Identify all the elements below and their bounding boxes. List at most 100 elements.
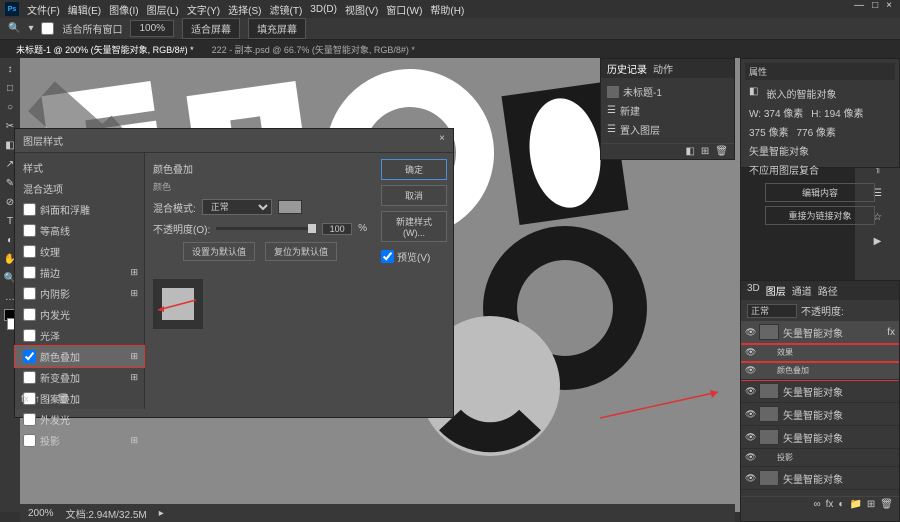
fx-item[interactable]: 外发光 bbox=[15, 409, 144, 430]
menu-edit[interactable]: 编辑(E) bbox=[68, 2, 101, 17]
fx-item[interactable]: 光泽 bbox=[15, 325, 144, 346]
plus-icon[interactable]: ⊞ bbox=[130, 351, 138, 362]
fit-check[interactable] bbox=[41, 22, 54, 35]
fx-blend[interactable]: 混合选项 bbox=[15, 178, 144, 199]
eye-icon[interactable]: 👁 bbox=[745, 409, 755, 420]
menu-window[interactable]: 窗口(W) bbox=[386, 2, 422, 17]
trash-icon[interactable]: 🗑 bbox=[715, 146, 728, 157]
menu-type[interactable]: 文字(Y) bbox=[187, 2, 220, 17]
preview-check[interactable] bbox=[381, 250, 394, 263]
new-layer-icon[interactable]: ⊞ bbox=[867, 499, 875, 510]
folder-icon[interactable]: 📁 bbox=[849, 499, 861, 510]
relink-button[interactable]: 重接为链接对象 bbox=[765, 206, 875, 225]
layer-row[interactable]: 👁矢量智能对象 bbox=[741, 426, 899, 449]
trash-icon[interactable]: 🗑 bbox=[880, 499, 893, 510]
layer-fx[interactable]: 👁颜色叠加 bbox=[741, 362, 899, 380]
zoom-value[interactable]: 100% bbox=[130, 20, 174, 37]
scrub-button[interactable]: 适合屏幕 bbox=[182, 18, 240, 39]
history-item[interactable]: ☰置入图层 bbox=[605, 120, 730, 139]
history-doc[interactable]: 未标题-1 bbox=[605, 82, 730, 101]
menu-filter[interactable]: 滤镜(T) bbox=[270, 2, 303, 17]
fx-item-color-overlay[interactable]: 颜色叠加⊞ bbox=[15, 346, 144, 367]
blend-mode-select[interactable] bbox=[747, 304, 797, 318]
fx-item[interactable]: 内发光 bbox=[15, 304, 144, 325]
down-icon[interactable]: ↓ bbox=[46, 394, 51, 405]
eye-icon[interactable]: 👁 bbox=[745, 327, 755, 338]
eye-icon[interactable]: 👁 bbox=[745, 473, 755, 484]
trash-icon[interactable]: 🗑 bbox=[57, 394, 70, 405]
layer-row[interactable]: 👁矢量智能对象 bbox=[741, 380, 899, 403]
layer-row[interactable]: 👁矢量智能对象 bbox=[741, 467, 899, 490]
menu-view[interactable]: 视图(V) bbox=[345, 2, 378, 17]
marquee-tool[interactable]: □ bbox=[3, 81, 17, 95]
fx-item[interactable]: 新变叠加⊞ bbox=[15, 367, 144, 388]
close-icon[interactable]: × bbox=[439, 133, 445, 148]
color-swatch[interactable] bbox=[278, 200, 302, 214]
up-icon[interactable]: ↑ bbox=[35, 394, 40, 405]
menu-select[interactable]: 选择(S) bbox=[228, 2, 261, 17]
eye-icon[interactable]: 👁 bbox=[745, 452, 755, 463]
fill-button[interactable]: 填充屏幕 bbox=[248, 18, 306, 39]
opacity-slider[interactable] bbox=[216, 227, 316, 230]
link-icon[interactable]: ∞ bbox=[813, 499, 820, 510]
blend-select[interactable]: 正常 bbox=[202, 199, 272, 215]
history-tab[interactable]: 历史记录 bbox=[607, 61, 647, 76]
edit-contents-button[interactable]: 编辑内容 bbox=[765, 183, 875, 202]
plus-icon[interactable]: ⊞ bbox=[130, 372, 138, 383]
fx-item[interactable]: 斜面和浮雕 bbox=[15, 199, 144, 220]
lasso-tool[interactable]: ○ bbox=[3, 100, 17, 114]
menu-layer[interactable]: 图层(L) bbox=[147, 2, 179, 17]
ok-button[interactable]: 确定 bbox=[381, 159, 447, 180]
mask-icon[interactable]: ◐ bbox=[838, 499, 844, 510]
new-state-icon[interactable]: ⊞ bbox=[701, 146, 709, 157]
fx-item[interactable]: 等高线 bbox=[15, 220, 144, 241]
win-max-icon[interactable]: □ bbox=[872, 0, 878, 11]
zoom-readout[interactable]: 200% bbox=[28, 508, 54, 519]
eye-icon[interactable]: 👁 bbox=[745, 386, 755, 397]
make-default-button[interactable]: 设置为默认值 bbox=[183, 242, 255, 261]
opacity-label: 不透明度: bbox=[801, 303, 844, 318]
layer-row[interactable]: 👁矢量智能对象fx bbox=[741, 321, 899, 344]
fx-item[interactable]: 内阴影⊞ bbox=[15, 283, 144, 304]
cancel-button[interactable]: 取消 bbox=[381, 185, 447, 206]
plus-icon[interactable]: ⊞ bbox=[130, 288, 138, 299]
plus-icon[interactable]: ⊞ bbox=[130, 267, 138, 278]
reset-default-button[interactable]: 复位为默认值 bbox=[265, 242, 337, 261]
fx-icon[interactable]: fx bbox=[826, 499, 834, 510]
new-style-button[interactable]: 新建样式(W)... bbox=[381, 211, 447, 242]
win-close-icon[interactable]: × bbox=[886, 0, 892, 11]
action-icon[interactable]: ▶ bbox=[871, 234, 885, 248]
fx-menu-icon[interactable]: fx bbox=[21, 394, 29, 405]
channels-tab[interactable]: 通道 bbox=[792, 283, 812, 298]
chevron-down-icon[interactable]: ▾ bbox=[28, 23, 33, 34]
menu-3d[interactable]: 3D(D) bbox=[310, 4, 337, 15]
opacity-input[interactable] bbox=[322, 223, 352, 235]
layer-fx[interactable]: 👁投影 bbox=[741, 449, 899, 467]
fx-item[interactable]: 描边⊞ bbox=[15, 262, 144, 283]
win-min-icon[interactable]: — bbox=[854, 0, 864, 11]
layer-fx[interactable]: 👁效果 bbox=[741, 344, 899, 362]
menu-image[interactable]: 图像(I) bbox=[109, 2, 138, 17]
layers-tab[interactable]: 图层 bbox=[766, 283, 786, 298]
fx-item[interactable]: 投影⊞ bbox=[15, 430, 144, 451]
menu-help[interactable]: 帮助(H) bbox=[430, 2, 464, 17]
history-item[interactable]: ☰新建 bbox=[605, 101, 730, 120]
fx-item[interactable]: 纹理 bbox=[15, 241, 144, 262]
eye-icon[interactable]: 👁 bbox=[745, 347, 755, 358]
eye-icon[interactable]: 👁 bbox=[745, 432, 755, 443]
chevron-right-icon[interactable]: ▸ bbox=[159, 508, 164, 519]
blend-label: 混合模式: bbox=[153, 200, 196, 215]
actions-tab[interactable]: 动作 bbox=[653, 61, 673, 76]
3d-tab[interactable]: 3D bbox=[747, 283, 760, 298]
eye-icon[interactable]: 👁 bbox=[745, 365, 755, 376]
doc-tab[interactable]: 未标题-1 @ 200% (矢量智能对象, RGB/8#) * bbox=[8, 41, 202, 58]
move-tool[interactable]: ↕ bbox=[3, 62, 17, 76]
properties-panel: 属性 ◧嵌入的智能对象 W: 374 像素H: 194 像素 375 像素776… bbox=[740, 58, 900, 168]
layer-row[interactable]: 👁矢量智能对象 bbox=[741, 403, 899, 426]
fx-styles[interactable]: 样式 bbox=[15, 157, 144, 178]
plus-icon[interactable]: ⊞ bbox=[130, 435, 138, 446]
paths-tab[interactable]: 路径 bbox=[818, 283, 838, 298]
doc-tab[interactable]: 222 - 副本.psd @ 66.7% (矢量智能对象, RGB/8#) * bbox=[204, 41, 423, 58]
menu-file[interactable]: 文件(F) bbox=[27, 2, 60, 17]
snapshot-icon[interactable]: ◧ bbox=[685, 146, 694, 157]
